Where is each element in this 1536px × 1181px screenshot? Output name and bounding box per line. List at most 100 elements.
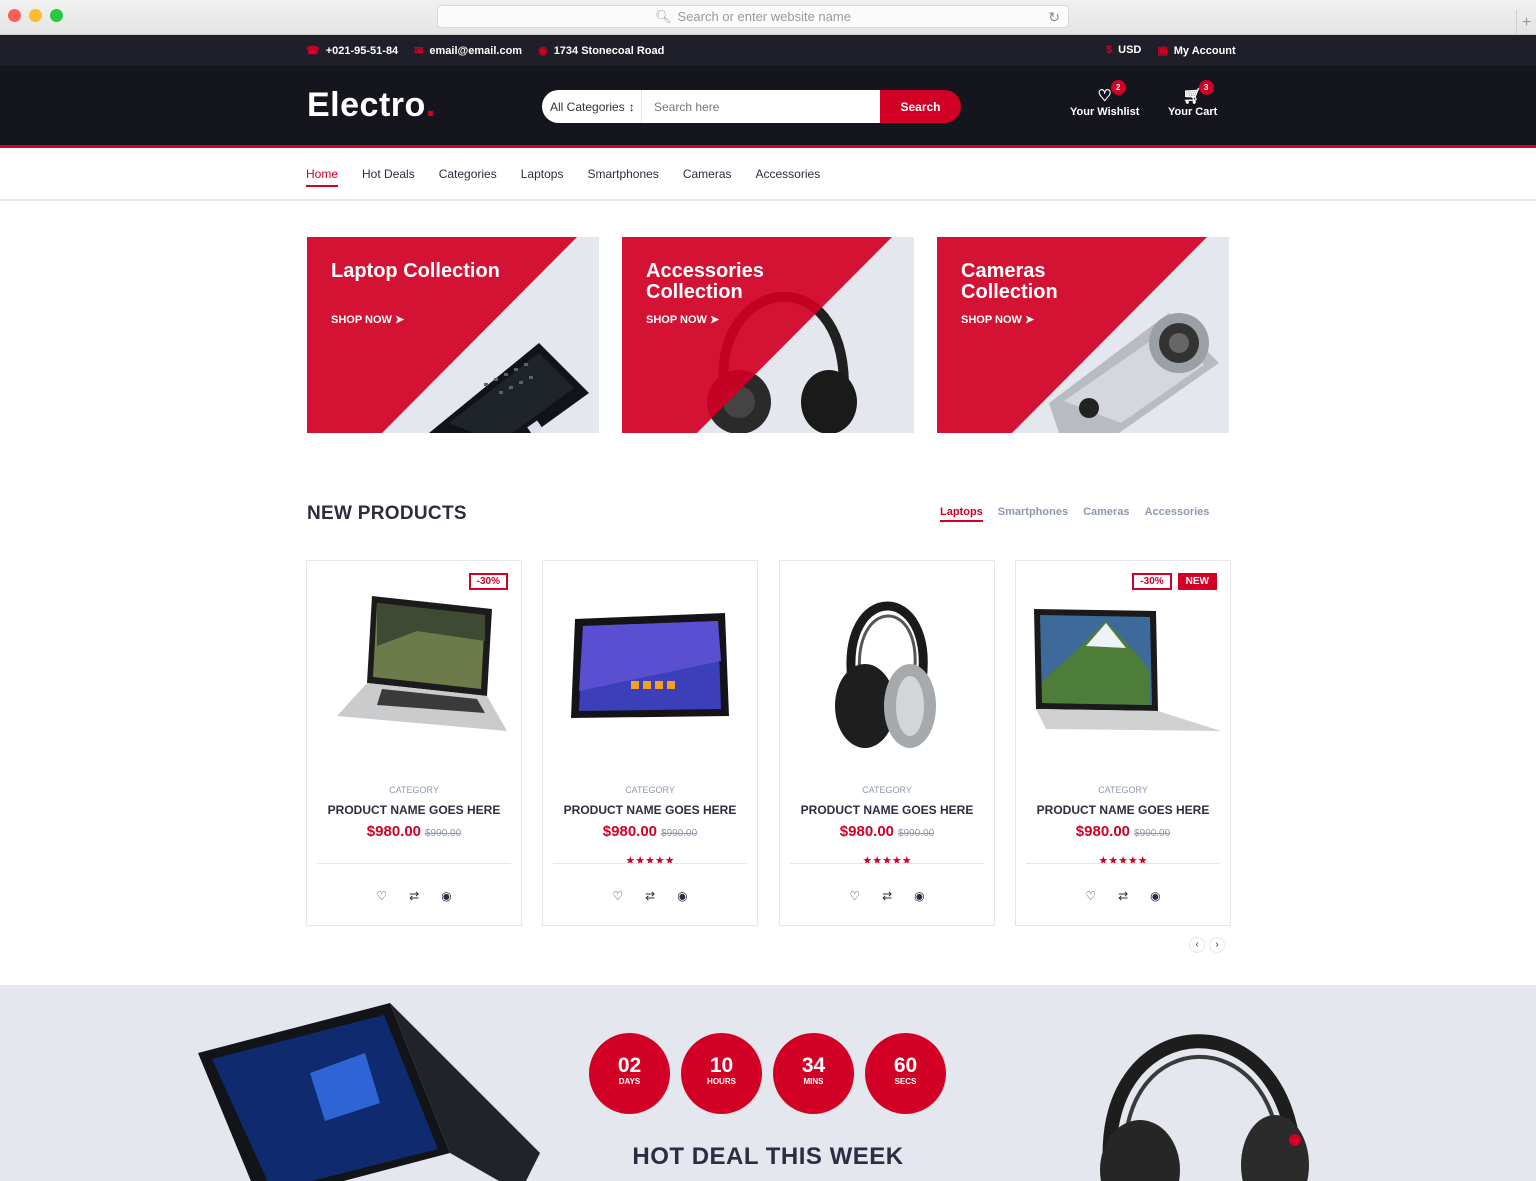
cart-label: Your Cart <box>1168 106 1218 118</box>
reload-icon[interactable]: ↻ <box>1048 9 1060 26</box>
countdown-secs: 60 Secs <box>865 1033 946 1114</box>
quick-view-icon[interactable]: ◉ <box>677 889 687 903</box>
product-name[interactable]: PRODUCT NAME GOES HERE <box>780 803 994 817</box>
address-bar[interactable]: 🔍︎ Search or enter website name ↻ <box>437 5 1069 28</box>
chevron-left-icon[interactable]: ‹ <box>1189 937 1205 953</box>
accessories-collection-banner[interactable]: Accessories Collection SHOP NOW ➤ <box>622 237 914 433</box>
search-form: All Categories ↕ Search <box>542 90 961 123</box>
search-input[interactable] <box>642 90 880 123</box>
new-tab-button[interactable]: + <box>1516 10 1536 35</box>
account-link[interactable]: ▣ My Account <box>1157 44 1235 57</box>
minimize-window-button[interactable] <box>29 9 42 22</box>
card-divider <box>1026 863 1220 864</box>
product-body: CATEGORY PRODUCT NAME GOES HERE $980.00 $… <box>307 785 521 868</box>
add-to-wishlist-icon[interactable]: ♡ <box>612 889 623 903</box>
laptop-collection-banner[interactable]: Laptop Collection SHOP NOW ➤ <box>307 237 599 433</box>
search-button[interactable]: Search <box>880 90 961 123</box>
tab-accessories[interactable]: Accessories <box>1145 506 1210 522</box>
compare-icon[interactable]: ⇄ <box>1118 889 1128 903</box>
quick-view-icon[interactable]: ◉ <box>914 889 924 903</box>
chevron-right-icon[interactable]: › <box>1209 937 1225 953</box>
compare-icon[interactable]: ⇄ <box>409 889 419 903</box>
select-arrows-icon: ↕ <box>628 99 635 114</box>
collection-title: Accessories Collection <box>646 260 764 303</box>
nav-home[interactable]: Home <box>306 167 339 187</box>
carousel-arrows: ‹ › <box>1189 937 1225 953</box>
nav-cameras[interactable]: Cameras <box>683 167 732 187</box>
current-price: $980.00 <box>602 823 658 840</box>
zoom-window-button[interactable] <box>50 9 63 22</box>
shop-now-link[interactable]: SHOP NOW ➤ <box>646 313 719 326</box>
nav-hot-deals[interactable]: Hot Deals <box>362 167 415 187</box>
address-link[interactable]: ◉ 1734 Stonecoal Road <box>538 44 664 57</box>
wishlist-button[interactable]: ♡ 2 Your Wishlist <box>1070 80 1140 118</box>
old-price: $990.00 <box>425 828 462 839</box>
shop-now-link[interactable]: SHOP NOW ➤ <box>331 313 404 326</box>
product-card[interactable]: CATEGORY PRODUCT NAME GOES HERE $980.00 $… <box>543 561 757 925</box>
email-link[interactable]: ✉ email@email.com <box>414 44 522 57</box>
product-rating: ★★★★★ <box>862 855 912 867</box>
card-divider <box>790 863 984 864</box>
phone-link[interactable]: ☎ +021-95-51-84 <box>306 44 398 57</box>
nav-categories[interactable]: Categories <box>439 167 497 187</box>
nav-laptops[interactable]: Laptops <box>521 167 564 187</box>
currency-link[interactable]: $ USD <box>1106 44 1141 57</box>
product-name[interactable]: PRODUCT NAME GOES HERE <box>543 803 757 817</box>
tab-laptops[interactable]: Laptops <box>940 506 983 522</box>
cart-icon: 🛒︎ 3 <box>1168 80 1217 106</box>
new-products-title: NEW PRODUCTS <box>307 503 467 524</box>
main-navigation: Home Hot Deals Categories Laptops Smartp… <box>0 151 1536 201</box>
add-to-wishlist-icon[interactable]: ♡ <box>1085 889 1096 903</box>
shop-now-text: SHOP NOW <box>331 314 392 326</box>
product-name[interactable]: PRODUCT NAME GOES HERE <box>1016 803 1230 817</box>
account-text: My Account <box>1173 45 1236 57</box>
add-to-wishlist-icon[interactable]: ♡ <box>849 889 860 903</box>
tab-smartphones[interactable]: Smartphones <box>998 506 1068 522</box>
browser-toolbar: 🔍︎ Search or enter website name ↻ + <box>0 0 1536 35</box>
heart-icon: ♡ 2 <box>1070 80 1139 106</box>
logo-text: Electro <box>307 86 426 124</box>
product-card[interactable]: -30% CATEGORY PRODUCT NAME GOES HERE $98… <box>307 561 521 925</box>
countdown-mins: 34 Mins <box>773 1033 854 1114</box>
nav-accessories[interactable]: Accessories <box>756 167 821 187</box>
product-card[interactable]: -30% NEW CATEGORY PRODUCT NAME GOES HERE… <box>1016 561 1230 925</box>
cart-button[interactable]: 🛒︎ 3 Your Cart <box>1168 80 1218 118</box>
new-products-tabs: Laptops Smartphones Cameras Accessories <box>940 506 1209 522</box>
logo[interactable]: Electro. <box>307 86 436 125</box>
dollar-icon: $ <box>1106 44 1113 56</box>
product-name[interactable]: PRODUCT NAME GOES HERE <box>307 803 521 817</box>
product-card[interactable]: CATEGORY PRODUCT NAME GOES HERE $980.00 $… <box>780 561 994 925</box>
category-select[interactable]: All Categories ↕ <box>542 90 642 123</box>
countdown-value: 10 <box>709 1054 734 1077</box>
shop-now-link[interactable]: SHOP NOW ➤ <box>961 313 1034 326</box>
product-body: CATEGORY PRODUCT NAME GOES HERE $980.00 $… <box>780 785 994 868</box>
add-to-wishlist-icon[interactable]: ♡ <box>376 889 387 903</box>
arrow-circle-icon: ➤ <box>394 314 405 326</box>
wishlist-count-badge: 2 <box>1110 80 1126 95</box>
address-placeholder: Search or enter website name <box>677 9 851 24</box>
product-actions: ♡ ⇄ ◉ <box>307 889 521 903</box>
new-badge: NEW <box>1177 573 1217 590</box>
close-window-button[interactable] <box>8 9 21 22</box>
product-price: $980.00 $990.00 <box>780 823 994 840</box>
quick-view-icon[interactable]: ◉ <box>441 889 451 903</box>
quick-view-icon[interactable]: ◉ <box>1150 889 1160 903</box>
product-rating: ★★★★★ <box>625 855 675 867</box>
product-category: CATEGORY <box>1098 785 1148 795</box>
product-labels: -30% <box>468 573 508 590</box>
compare-icon[interactable]: ⇄ <box>645 889 655 903</box>
logo-dot: . <box>425 86 436 124</box>
compare-icon[interactable]: ⇄ <box>882 889 892 903</box>
wishlist-label: Your Wishlist <box>1070 106 1140 118</box>
cart-count-badge: 3 <box>1198 80 1214 95</box>
countdown-unit: Hours <box>707 1077 736 1086</box>
tab-cameras[interactable]: Cameras <box>1083 506 1129 522</box>
laptop-product-image <box>337 596 507 731</box>
current-price: $980.00 <box>366 823 422 840</box>
card-divider <box>553 863 747 864</box>
product-body: CATEGORY PRODUCT NAME GOES HERE $980.00 $… <box>1016 785 1230 868</box>
cameras-collection-banner[interactable]: Cameras Collection SHOP NOW ➤ <box>937 237 1229 433</box>
main-header: Electro. All Categories↕ Search ♡2 Your … <box>0 66 1536 148</box>
nav-smartphones[interactable]: Smartphones <box>587 167 658 187</box>
hot-deal-title: HOT DEAL THIS WEEK <box>632 1143 904 1170</box>
